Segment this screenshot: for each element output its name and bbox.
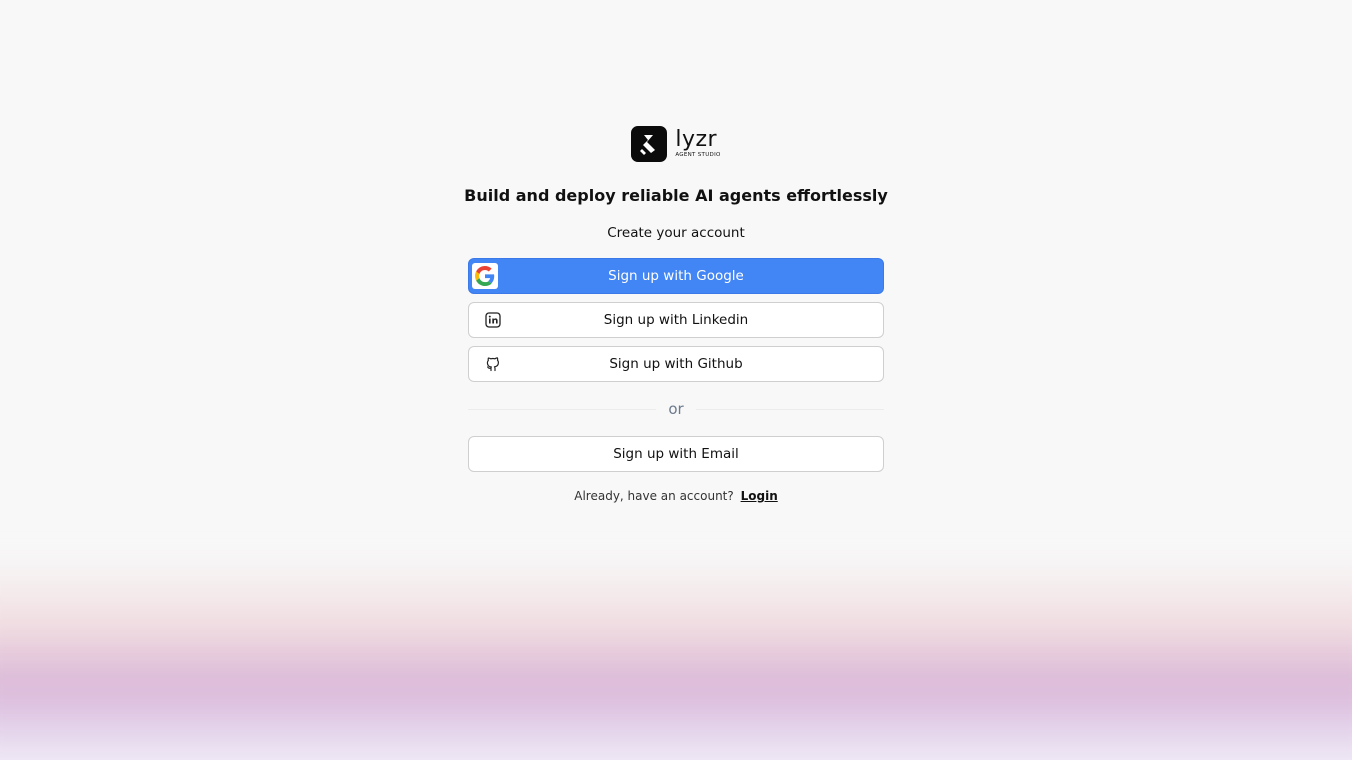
page-headline: Build and deploy reliable AI agents effo… [464,186,888,205]
login-prompt: Already, have an account? Login [574,489,777,503]
signup-github-button[interactable]: Sign up with Github [468,346,884,382]
google-icon [472,263,498,289]
divider-line-right [695,408,885,410]
signup-google-label: Sign up with Google [608,268,744,284]
login-prompt-text: Already, have an account? [574,489,734,503]
signup-page: lyzr AGENT STUDIO Build and deploy relia… [0,0,1352,760]
page-subheading: Create your account [607,225,745,241]
divider-line-left [468,408,657,410]
signup-email-button[interactable]: Sign up with Email [468,436,884,472]
divider-text: or [668,400,684,418]
brand-name: lyzr [675,127,718,153]
signup-linkedin-label: Sign up with Linkedin [603,312,749,328]
signup-google-button[interactable]: Sign up with Google [468,258,884,294]
signup-card: lyzr AGENT STUDIO Build and deploy relia… [464,120,888,503]
logo-text: lyzr AGENT STUDIO [675,129,720,159]
signup-email-label: Sign up with Email [613,446,739,462]
signup-github-label: Sign up with Github [609,356,743,372]
github-icon [485,356,501,372]
login-link[interactable]: Login [741,489,778,503]
lyzr-logo-icon [631,126,668,162]
background-gradient-glow [0,560,1352,760]
or-divider: or [468,400,885,418]
brand-tagline: AGENT STUDIO [675,152,721,159]
brand-logo: lyzr AGENT STUDIO [631,124,720,164]
signup-linkedin-button[interactable]: Sign up with Linkedin [468,302,884,338]
linkedin-icon [485,312,501,328]
